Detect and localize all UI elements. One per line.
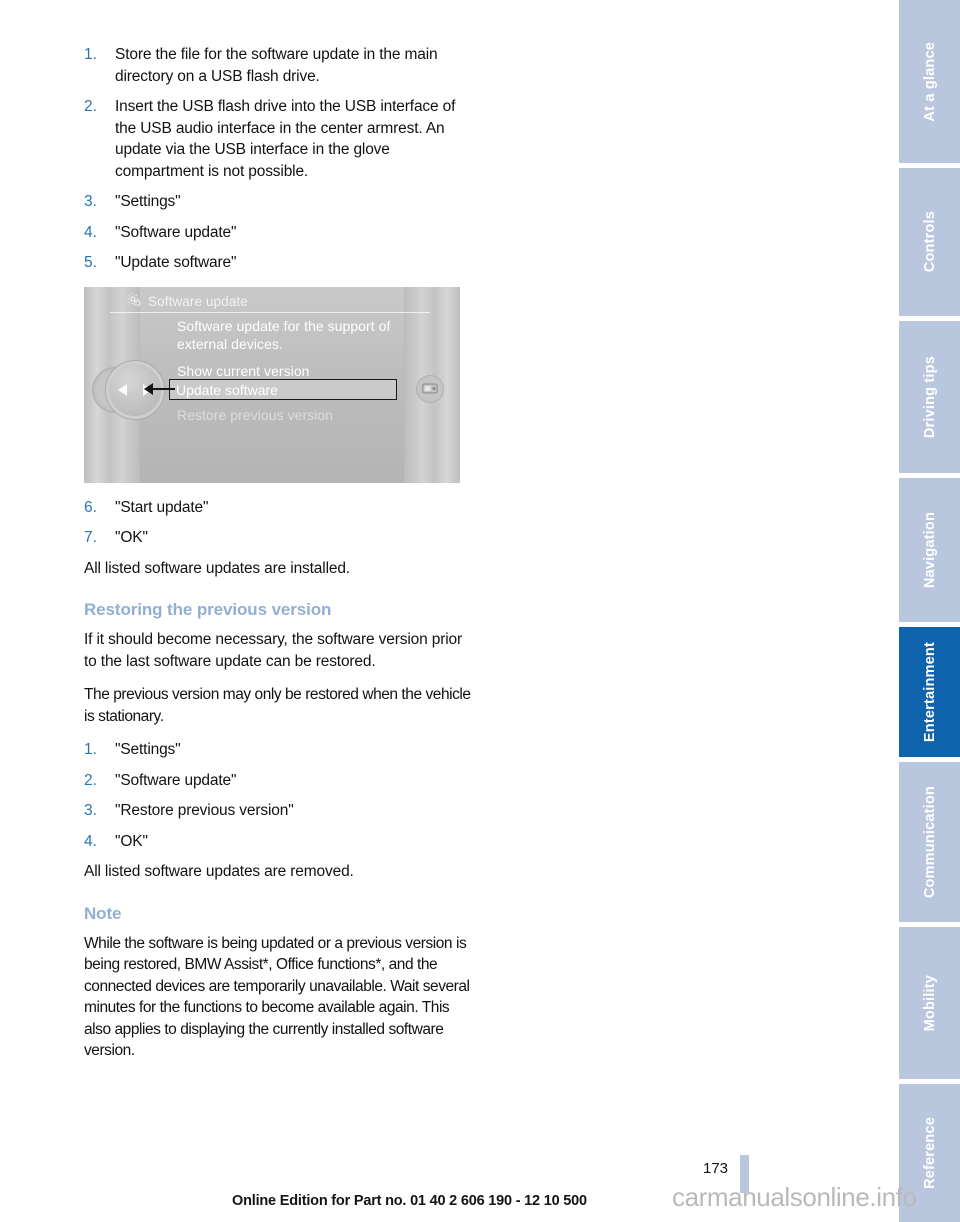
restoring-paragraph-2: The previous version may only be restore… — [84, 686, 471, 725]
idrive-selected-item-label: Update software — [176, 381, 278, 398]
restore-step-number: 1. — [84, 741, 97, 758]
sidebar-tab-label: Entertainment — [921, 641, 938, 743]
restore-step-item: 1. "Settings" — [84, 739, 476, 761]
restore-step-text: "OK" — [115, 832, 148, 850]
restore-step-item: 4. "OK" — [84, 831, 476, 853]
update-step-number: 6. — [84, 498, 97, 516]
note-text: While the software is being updated or a… — [84, 934, 470, 1060]
update-step-number: 7. — [84, 529, 97, 546]
update-step-text: Store the file for the software update i… — [115, 46, 438, 85]
page-content: 1. Store the file for the software update… — [84, 44, 476, 1074]
update-step-item: 4. "Software update" — [84, 222, 476, 244]
update-step-number: 2. — [84, 98, 97, 115]
sidebar-tab-label: Navigation — [921, 511, 938, 589]
restore-step-text: "Restore previous version" — [115, 802, 294, 819]
sidebar-tab-communication[interactable]: Communication — [899, 762, 960, 922]
idrive-body: Software update for the support of exter… — [177, 317, 440, 425]
idrive-controller-knob[interactable] — [106, 360, 164, 419]
idrive-header-divider — [110, 311, 430, 313]
sidebar-tab-controls[interactable]: Controls — [899, 168, 960, 316]
sidebar-tab-mobility[interactable]: Mobility — [899, 927, 960, 1079]
idrive-description: Software update for the support of exter… — [177, 317, 391, 352]
footer-edition-text: Online Edition for Part no. 01 40 2 606 … — [232, 1193, 587, 1209]
sidebar-tab-label: Mobility — [921, 974, 938, 1032]
sidebar-tab-label: Controls — [921, 211, 938, 273]
update-step-item: 2. Insert the USB flash drive into the US… — [84, 96, 476, 182]
restore-step-number: 3. — [84, 802, 97, 819]
update-step-text: "Software update" — [115, 223, 237, 241]
sidebar-tab-label: Driving tips — [921, 355, 938, 439]
restore-step-item: 3. "Restore previous version" — [84, 800, 476, 822]
update-step-text: "OK" — [115, 529, 148, 546]
restore-step-text: "Settings" — [115, 741, 181, 758]
watermark: carmanualsonline.info — [672, 1182, 917, 1212]
sidebar-tab-navigation[interactable]: Navigation — [899, 478, 960, 622]
section-heading-note: Note — [84, 903, 122, 923]
callout-arrowhead — [144, 382, 153, 395]
manual-page: 1. Store the file for the software update… — [0, 0, 960, 1222]
update-steps-list-continued: 6. "Start update" 7. "OK" — [84, 497, 476, 549]
update-step-number: 3. — [84, 193, 97, 210]
section-heading-restoring: Restoring the previous version — [84, 600, 332, 619]
idrive-menu-item-update-software[interactable]: Update software — [169, 378, 397, 400]
update-step-item: 1. Store the file for the software update… — [84, 44, 476, 87]
update-step-number: 5. — [84, 254, 97, 271]
restore-steps-list: 1. "Settings" 2. "Software update" 3. "Restor… — [84, 739, 476, 852]
idrive-header: Software update — [126, 292, 412, 312]
update-step-text: "Settings" — [115, 193, 181, 210]
update-step-number: 4. — [84, 223, 97, 241]
sidebar-tab-driving-tips[interactable]: Driving tips — [899, 321, 960, 473]
arrow-left-icon — [118, 383, 127, 396]
update-step-text: Insert the USB flash drive into the USB … — [115, 98, 456, 180]
update-step-item: 3. "Settings" — [84, 191, 476, 213]
sidebar-tab-label: Communication — [921, 785, 938, 899]
chapter-tab-sidebar: At a glance Controls Driving tips Navigatio… — [899, 0, 960, 1222]
media-card-icon — [416, 374, 444, 403]
sidebar-tab-at-a-glance[interactable]: At a glance — [899, 0, 960, 163]
update-step-item: 7. "OK" — [84, 527, 476, 549]
restore-step-item: 2. "Software update" — [84, 770, 476, 792]
gear-icon — [126, 292, 141, 312]
sidebar-tab-label: At a glance — [921, 41, 938, 122]
restoring-paragraph-1: If it should become necessary, the softw… — [84, 631, 462, 670]
update-step-text: "Update software" — [115, 254, 237, 271]
page-number: 173 — [703, 1160, 729, 1177]
after-restore-text: All listed software updates are removed. — [84, 863, 354, 880]
idrive-menu-item-restore-previous-version[interactable]: Restore previous version — [177, 406, 440, 425]
idrive-screenshot-figure: Software update Software update for the … — [84, 286, 460, 483]
restore-step-number: 2. — [84, 771, 97, 789]
update-step-number: 1. — [84, 46, 97, 63]
sidebar-tab-entertainment[interactable]: Entertainment — [899, 627, 960, 757]
restore-step-text: "Software update" — [115, 771, 237, 789]
idrive-header-title: Software update — [148, 294, 248, 309]
sidebar-tab-label: Reference — [921, 1117, 938, 1189]
restore-step-number: 4. — [84, 832, 97, 850]
update-step-item: 6. "Start update" — [84, 497, 476, 519]
update-step-item: 5. "Update software" — [84, 252, 476, 274]
update-step-text: "Start update" — [115, 498, 209, 516]
update-steps-list: 1. Store the file for the software update… — [84, 44, 476, 274]
after-update-text: All listed software updates are installe… — [84, 559, 350, 577]
